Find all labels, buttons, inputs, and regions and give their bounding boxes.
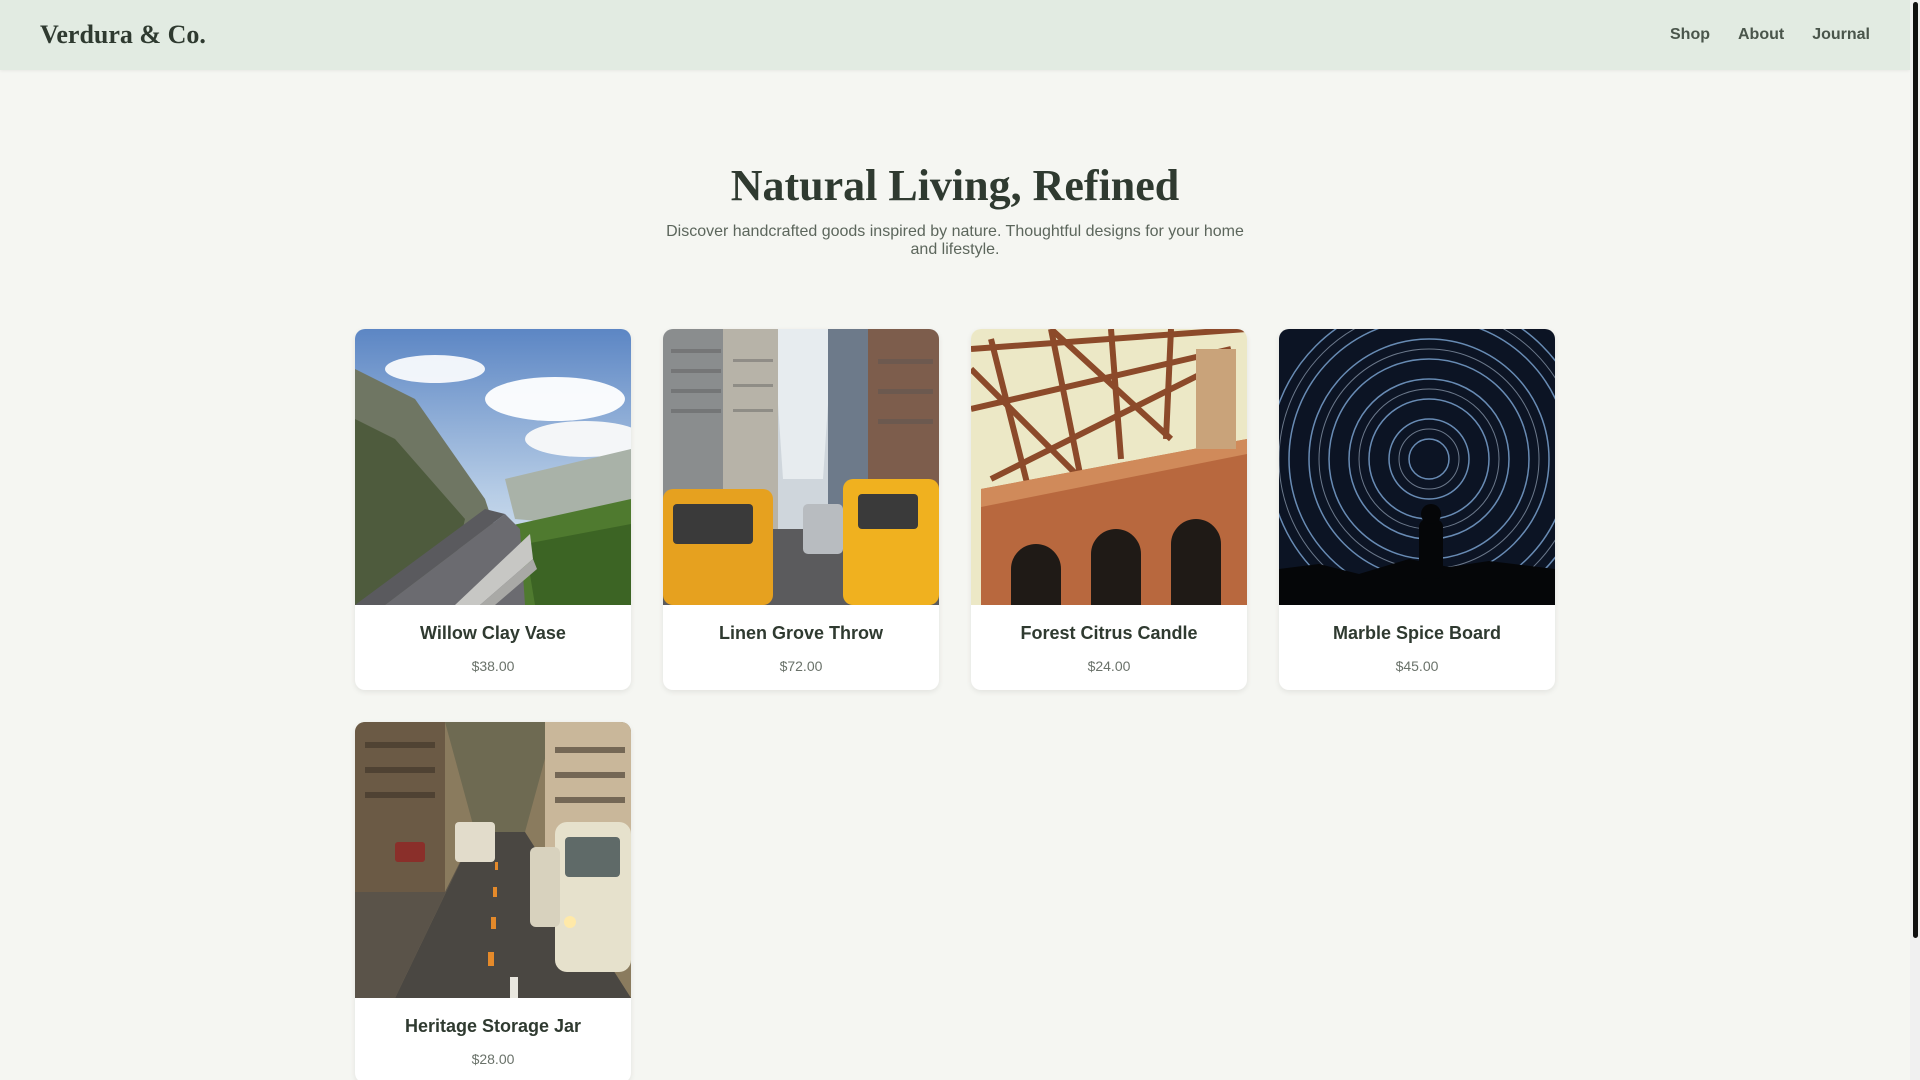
product-card[interactable]: Marble Spice Board $45.00 (1279, 329, 1555, 690)
product-price: $28.00 (471, 1051, 515, 1067)
product-image-city-taxis[interactable] (663, 329, 939, 605)
product-grid: Willow Clay Vase $38.00 Linen Grove Thro… (355, 329, 1555, 1080)
product-image-street-traffic[interactable] (355, 722, 631, 998)
scrollbar-thumb[interactable] (1913, 2, 1918, 938)
product-card[interactable]: Forest Citrus Candle $24.00 (971, 329, 1247, 690)
product-card[interactable]: Willow Clay Vase $38.00 (355, 329, 631, 690)
page: Verdura & Co. Shop About Journal Natural… (0, 0, 1920, 1080)
product-name[interactable]: Marble Spice Board (1279, 623, 1555, 644)
product-price: $72.00 (779, 658, 823, 674)
hero-subtitle: Discover handcrafted goods inspired by n… (666, 223, 1244, 258)
nav-about-link[interactable]: About (1738, 26, 1784, 44)
product-name[interactable]: Willow Clay Vase (355, 623, 631, 644)
product-name[interactable]: Heritage Storage Jar (355, 1016, 631, 1037)
main-nav: Shop About Journal (1670, 26, 1870, 44)
product-card[interactable]: Heritage Storage Jar $28.00 (355, 722, 631, 1080)
nav-journal-link[interactable]: Journal (1812, 26, 1870, 44)
product-price: $38.00 (471, 658, 515, 674)
product-price: $45.00 (1395, 658, 1439, 674)
hero-section: Natural Living, Refined Discover handcra… (0, 160, 1910, 259)
product-price: $24.00 (1087, 658, 1131, 674)
product-image-mountain-road[interactable] (355, 329, 631, 605)
product-image-steel-bridge[interactable] (971, 329, 1247, 605)
site-header: Verdura & Co. Shop About Journal (0, 0, 1910, 70)
page-scrollbar[interactable] (1910, 0, 1920, 1080)
nav-shop-link[interactable]: Shop (1670, 26, 1710, 44)
brand-logo[interactable]: Verdura & Co. (40, 20, 206, 50)
hero-title: Natural Living, Refined (730, 161, 1180, 210)
product-name[interactable]: Linen Grove Throw (663, 623, 939, 644)
product-card[interactable]: Linen Grove Throw $72.00 (663, 329, 939, 690)
product-name[interactable]: Forest Citrus Candle (971, 623, 1247, 644)
product-image-star-trails[interactable] (1279, 329, 1555, 605)
